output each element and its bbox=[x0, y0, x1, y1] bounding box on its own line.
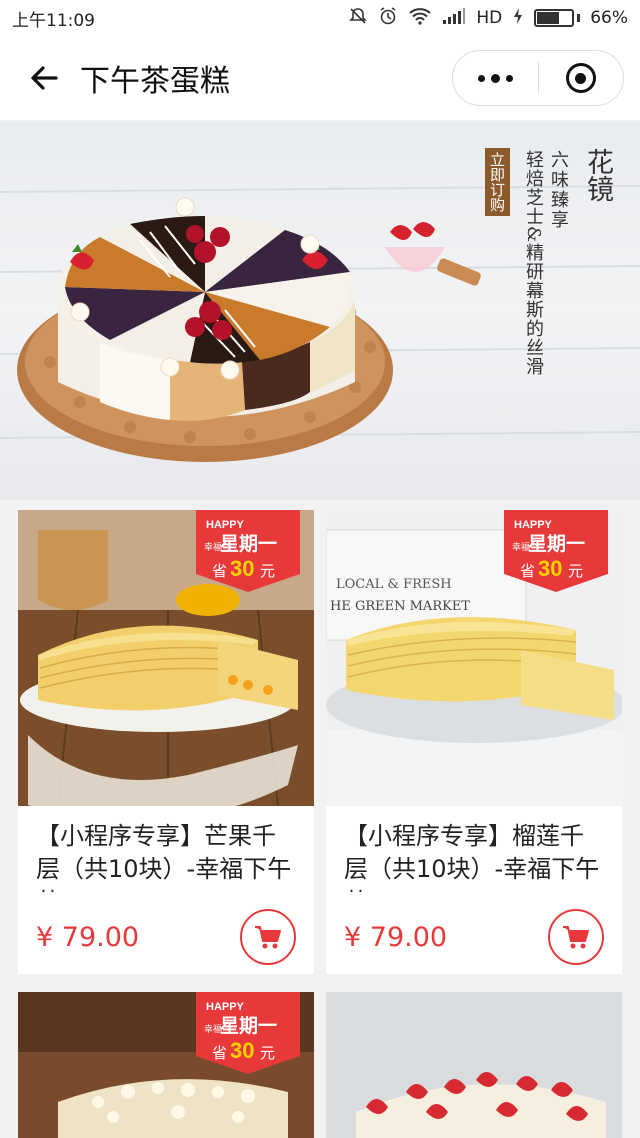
svg-text:HAPPY: HAPPY bbox=[206, 1001, 245, 1013]
mini-program-capsule bbox=[452, 50, 624, 106]
product-image: HAPPY 幸福 星期一 省 30 元 bbox=[18, 510, 314, 806]
product-price: ¥ 79.00 bbox=[36, 921, 140, 953]
battery-percent: 66% bbox=[590, 8, 628, 28]
add-to-cart-button[interactable] bbox=[240, 909, 296, 965]
product-footer: ¥ 79.00 bbox=[326, 900, 622, 974]
product-price: ¥ 79.00 bbox=[344, 921, 448, 953]
page-title: 下午茶蛋糕 bbox=[80, 64, 230, 99]
svg-text:元: 元 bbox=[260, 562, 275, 580]
svg-text:元: 元 bbox=[568, 562, 583, 580]
battery-icon bbox=[534, 9, 581, 27]
status-icons: HD 66% bbox=[348, 6, 628, 31]
more-button[interactable] bbox=[453, 51, 538, 105]
svg-text:30: 30 bbox=[538, 556, 562, 581]
back-arrow-icon bbox=[31, 66, 58, 90]
nav-bar: 下午茶蛋糕 bbox=[0, 36, 640, 120]
alarm-icon bbox=[378, 6, 398, 31]
svg-text:星期一: 星期一 bbox=[528, 533, 585, 555]
promo-badge: HAPPY 幸福 星期一 省 30 元 bbox=[196, 992, 300, 1074]
back-button[interactable] bbox=[14, 48, 74, 108]
cart-icon bbox=[255, 926, 281, 949]
product-name: 【小程序专享】芒果千层（共10块）-幸福下午茶 bbox=[36, 822, 292, 892]
svg-text:星期一: 星期一 bbox=[220, 1015, 277, 1037]
svg-text:星期一: 星期一 bbox=[220, 533, 277, 555]
banner-buy-now-button[interactable]: 立即订购 bbox=[485, 148, 510, 216]
cake-illustration bbox=[17, 197, 393, 462]
svg-text:元: 元 bbox=[260, 1044, 275, 1062]
svg-text:30: 30 bbox=[230, 1038, 254, 1063]
product-card[interactable]: HAPPY 幸福 星期一 省 30 元 bbox=[18, 992, 314, 1138]
svg-text:LOCAL & FRESH: LOCAL & FRESH bbox=[336, 577, 452, 592]
svg-text:HE GREEN MARKET: HE GREEN MARKET bbox=[330, 599, 470, 614]
cart-icon bbox=[563, 926, 589, 949]
network-type: HD bbox=[476, 8, 503, 28]
status-time: 上午11:09 bbox=[12, 10, 95, 31]
promo-badge: HAPPY 幸福 星期一 省 30 元 bbox=[504, 510, 608, 592]
strawberry-bowl-illustration bbox=[385, 222, 481, 286]
product-image: HAPPY 幸福 星期一 省 30 元 bbox=[18, 992, 314, 1138]
product-name: 【小程序专享】榴莲千层（共10块）-幸福下午茶 bbox=[344, 822, 600, 892]
promo-banner[interactable]: 花镜 六味臻享 轻焙芝士&精研幕斯的丝滑 立即订购 bbox=[0, 122, 640, 500]
svg-text:30: 30 bbox=[230, 556, 254, 581]
svg-text:省: 省 bbox=[520, 562, 535, 580]
charging-icon bbox=[512, 7, 524, 30]
banner-subtitle-1: 六味臻享 bbox=[548, 150, 569, 230]
svg-text:HAPPY: HAPPY bbox=[206, 519, 245, 531]
promo-badge: HAPPY 幸福 星期一 省 30 元 bbox=[196, 510, 300, 592]
product-card[interactable]: LOCAL & FRESH HE GREEN MARKET HAPPY 幸福 星… bbox=[326, 510, 622, 974]
add-to-cart-button[interactable] bbox=[548, 909, 604, 965]
more-icon bbox=[477, 73, 513, 83]
product-footer: ¥ 79.00 bbox=[18, 900, 314, 974]
wifi-icon bbox=[408, 7, 432, 30]
banner-subtitle-2: 轻焙芝士&精研幕斯的丝滑 bbox=[523, 150, 544, 377]
svg-text:省: 省 bbox=[212, 1044, 227, 1062]
mute-icon bbox=[348, 6, 368, 31]
product-card[interactable]: HAPPY 幸福 星期一 省 30 元 【小程序专享】芒果千层（共10块）-幸福… bbox=[18, 510, 314, 974]
close-button[interactable] bbox=[539, 51, 624, 105]
status-bar: 上午11:09 HD 66% bbox=[0, 0, 640, 36]
svg-text:HAPPY: HAPPY bbox=[514, 519, 553, 531]
product-image: LOCAL & FRESH HE GREEN MARKET HAPPY 幸福 星… bbox=[326, 510, 622, 806]
product-image bbox=[326, 992, 622, 1138]
banner-title: 花镜 bbox=[582, 148, 613, 202]
svg-text:省: 省 bbox=[212, 562, 227, 580]
close-target-icon bbox=[565, 63, 596, 93]
product-card[interactable] bbox=[326, 992, 622, 1138]
signal-icon bbox=[442, 7, 466, 30]
